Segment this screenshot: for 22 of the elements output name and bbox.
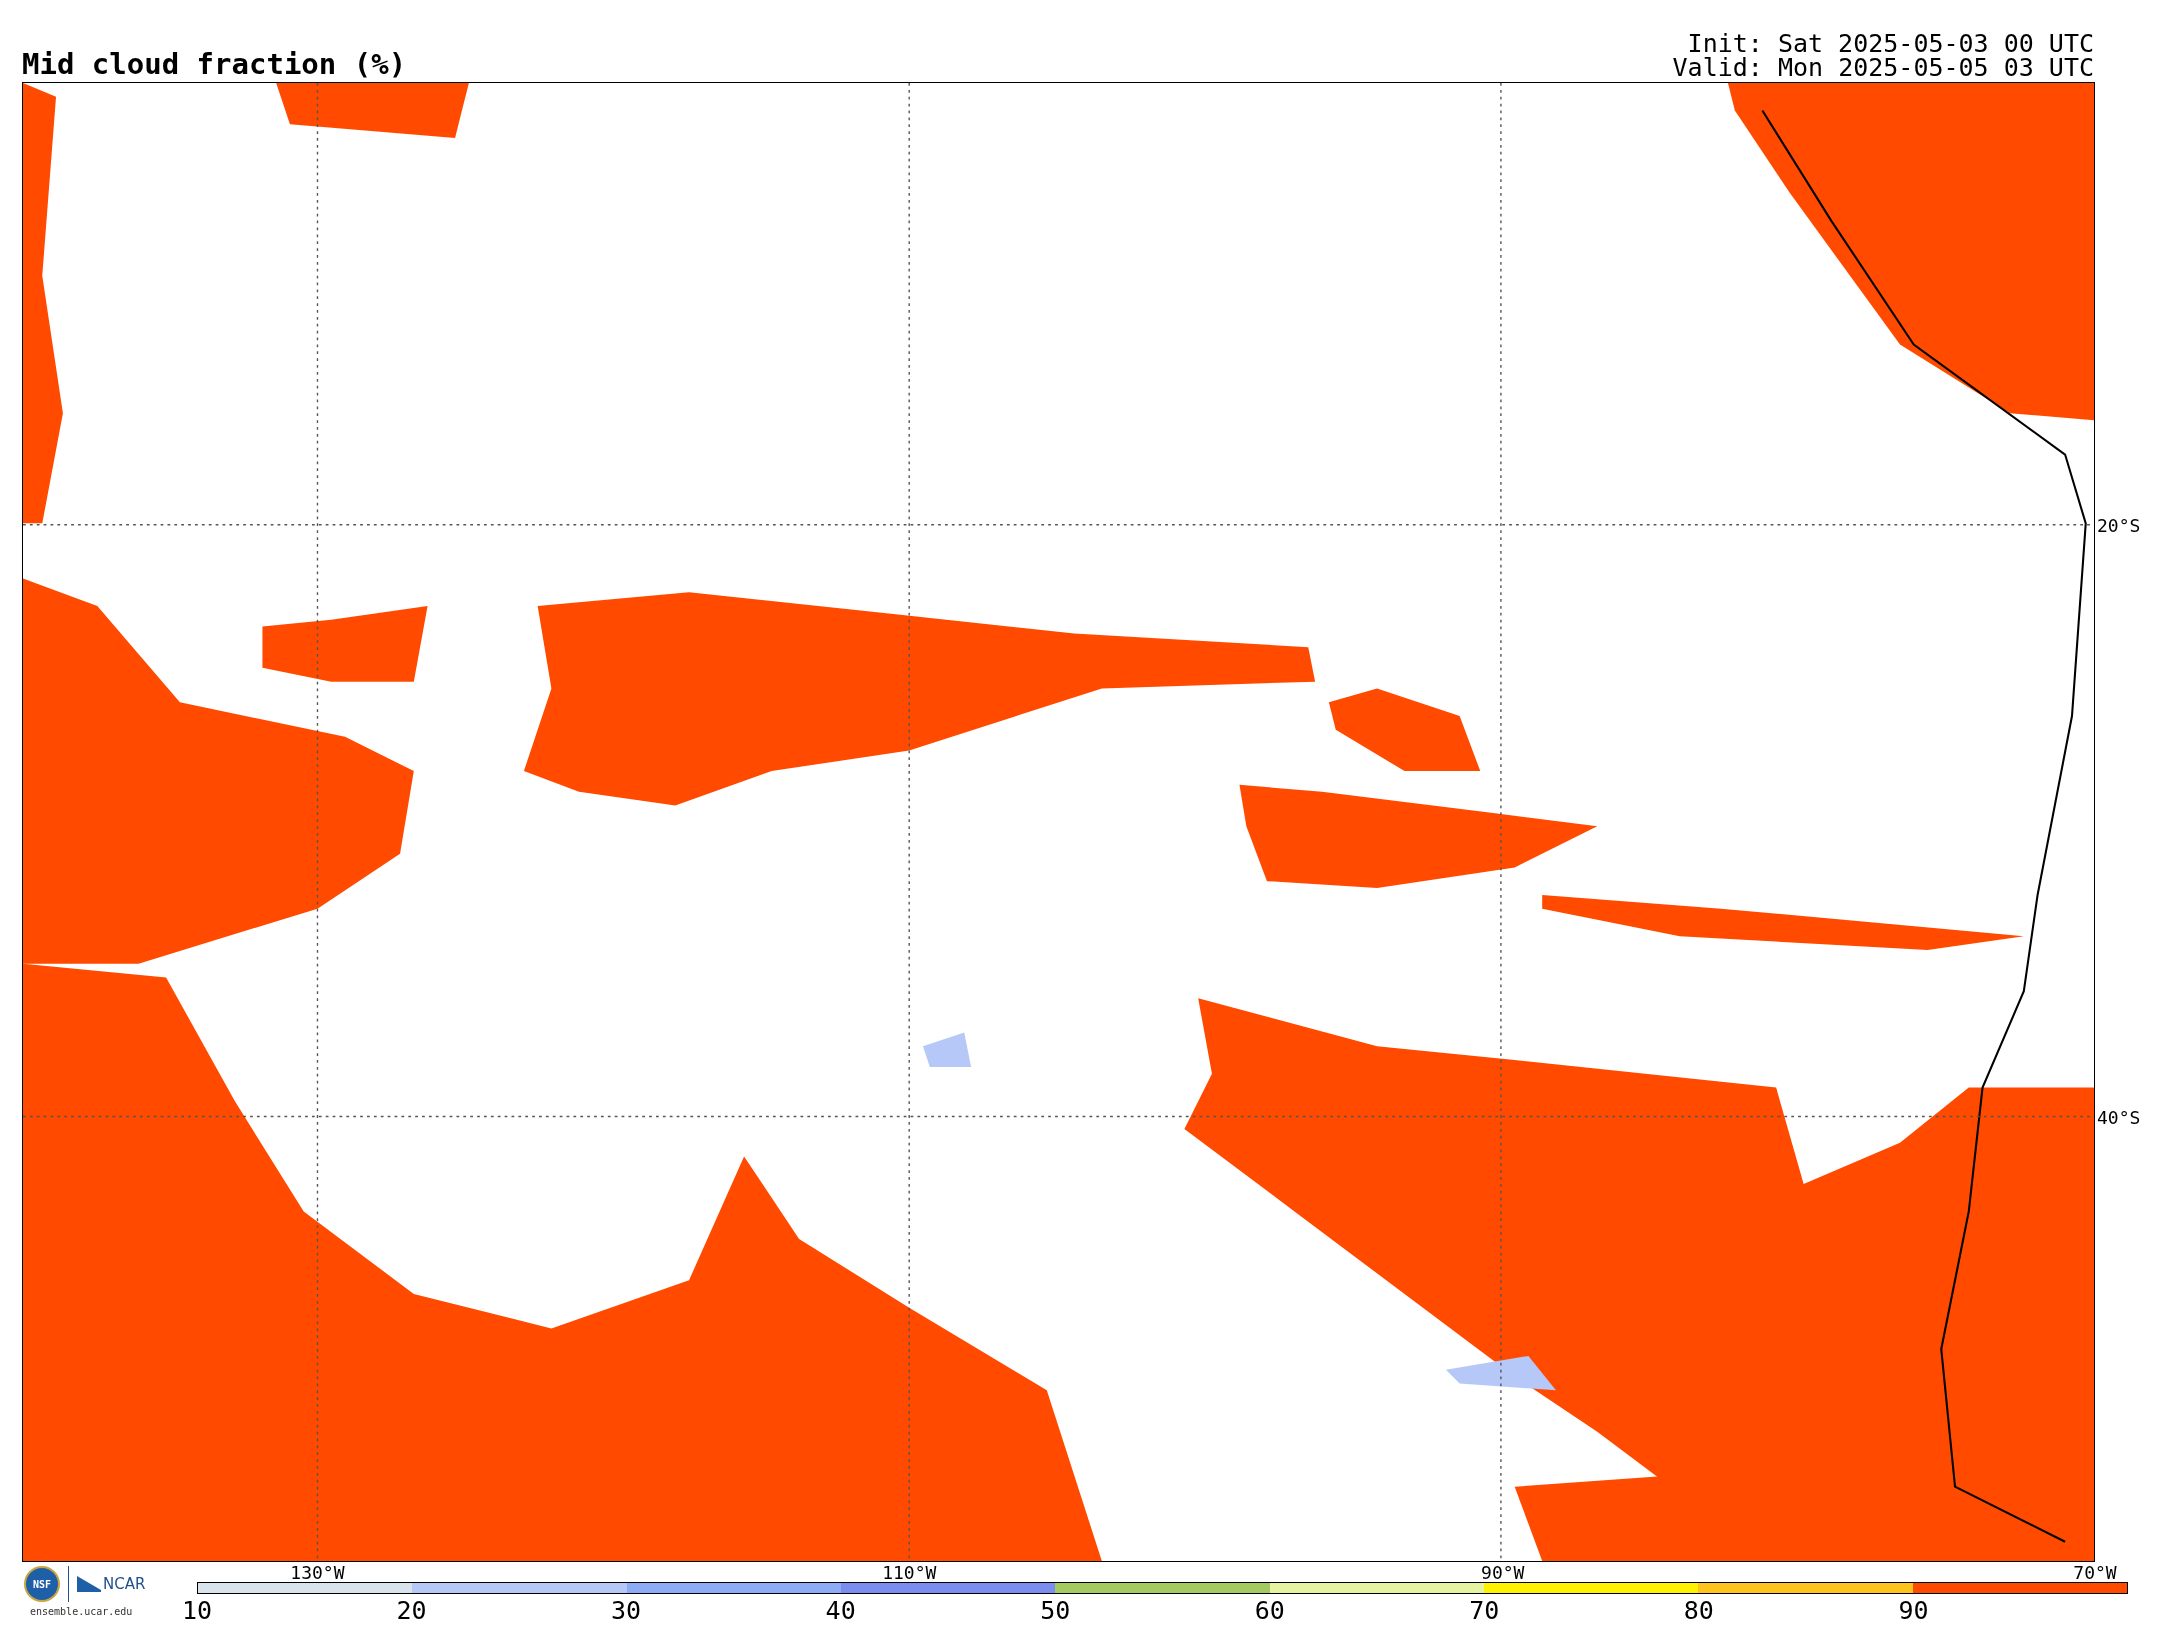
colorbar-tick-label: 10 xyxy=(181,1598,213,1623)
latitude-label: 20°S xyxy=(2097,517,2141,535)
valid-time: Valid: Mon 2025-05-05 03 UTC xyxy=(1672,56,2094,80)
colorbar-tick-label: 60 xyxy=(1254,1598,1285,1623)
ncar-mark-icon xyxy=(77,1576,101,1592)
chart-title: Mid cloud fraction (%) xyxy=(22,50,407,79)
colorbar-tick-label: 90 xyxy=(1898,1598,1929,1623)
colorbar-tick-label: 50 xyxy=(1040,1598,1071,1623)
latitude-label: 40°S xyxy=(2097,1109,2141,1127)
colorbar-tick-label: 70 xyxy=(1469,1598,1500,1623)
nsf-logo: NSF xyxy=(24,1566,60,1602)
longitude-label: 90°W xyxy=(1481,1564,1525,1582)
longitude-label: 110°W xyxy=(882,1564,937,1582)
colorbar-tick-label: 40 xyxy=(825,1598,856,1623)
longitude-label: 130°W xyxy=(290,1564,345,1582)
colorbar-tick-label: 80 xyxy=(1683,1598,1714,1623)
site-url: ensemble.ucar.edu xyxy=(30,1605,133,1619)
ncar-logo: NCAR xyxy=(103,1576,146,1592)
colorbar-tick-label: 30 xyxy=(611,1598,642,1623)
longitude-label: 70°W xyxy=(2073,1564,2117,1582)
init-time: Init: Sat 2025-05-03 00 UTC xyxy=(1687,32,2094,56)
colorbar-tick-label: 20 xyxy=(396,1598,427,1623)
